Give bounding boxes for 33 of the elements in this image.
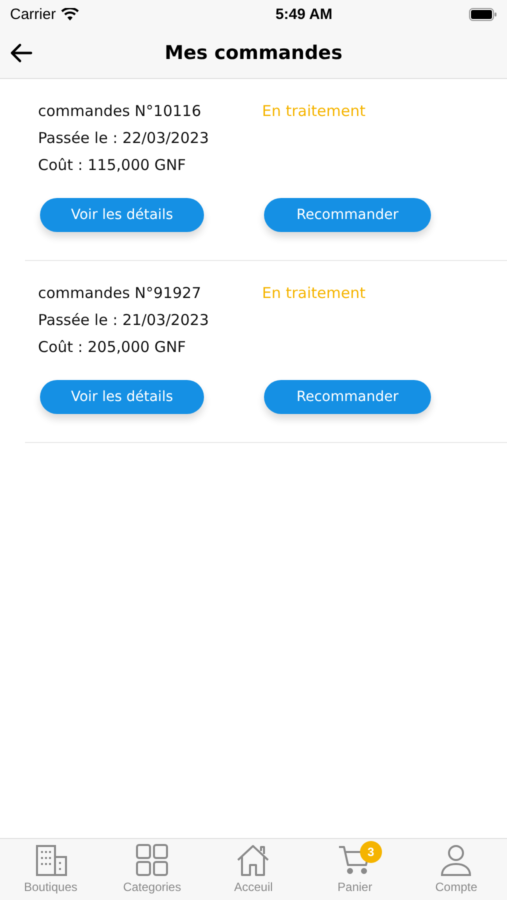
carrier-label: Carrier [10,6,56,22]
wifi-icon [60,8,79,20]
grid-icon [135,843,170,877]
tab-item[interactable]: Compte [406,839,507,900]
page-title: Mes commandes [164,42,342,64]
clock-time: 5:49 AM [275,6,332,22]
tab-item[interactable]: Acceuil [202,839,304,900]
tab-item[interactable]: Categories [102,839,203,900]
details-button[interactable]: Voir les détails [40,198,204,232]
tab-label: Compte [435,880,478,894]
order-number: commandes N°10116 [38,102,202,121]
back-button[interactable] [9,43,33,63]
order-cost: Coût : 205,000 GNF [38,338,187,357]
order-status: En traitement [262,102,366,122]
order-date: Passée le : 21/03/2023 [38,311,210,330]
buildings-icon [34,843,68,877]
count-badge: 3 [360,841,382,863]
tab-label: Categories [123,880,182,894]
tab-item[interactable]: Boutiques [0,839,102,900]
house-icon [236,843,270,877]
reorder-button[interactable]: Recommander [264,380,431,414]
tab-label: Panier [338,880,372,894]
tab-label: Boutiques [24,880,78,894]
tab-item[interactable]: 3 Panier [304,839,406,900]
order-cost: Coût : 115,000 GNF [38,156,187,175]
tab-label: Acceuil [234,880,273,894]
order-date: Passée le : 22/03/2023 [38,129,210,148]
details-button[interactable]: Voir les détails [40,380,204,414]
order-status: En traitement [262,284,366,304]
person-icon [439,843,474,877]
battery-icon [469,8,497,20]
reorder-button[interactable]: Recommander [264,198,431,232]
order-number: commandes N°91927 [38,284,202,303]
